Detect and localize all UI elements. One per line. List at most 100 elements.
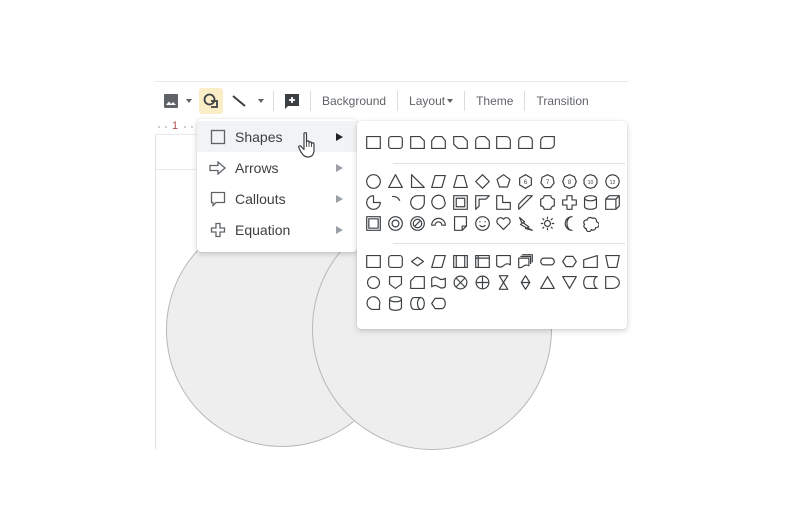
internal-storage-icon [474,254,490,269]
heart-icon [496,217,512,231]
transition-button[interactable]: Transition [531,88,593,114]
shape-option-connector[interactable] [363,272,385,293]
shape-option-snip-round-single[interactable] [471,132,493,153]
shape-option-diamond[interactable] [471,171,493,192]
shape-option-multi-document[interactable] [515,251,537,272]
shape-option-sequential-access-storage[interactable] [363,293,385,314]
menu-item-shapes[interactable]: Shapes [197,121,357,152]
shape-option-summing-junction[interactable] [450,272,472,293]
summing-junction-icon [453,275,468,290]
shape-option-card[interactable] [406,272,428,293]
shape-option-snip-same-side[interactable] [428,132,450,153]
shape-option-dodecagon-12[interactable]: 12 [602,171,624,192]
shape-option-snip-single-corner[interactable] [406,132,428,153]
shape-option-l-shape[interactable] [493,192,515,213]
shape-option-smiley[interactable] [471,213,493,234]
shape-option-document[interactable] [493,251,515,272]
shape-option-round-single-corner[interactable] [493,132,515,153]
decision-icon [410,256,424,267]
shape-option-triangle[interactable] [385,171,407,192]
shape-option-extract[interactable] [537,272,559,293]
shape-option-plaque[interactable] [537,192,559,213]
collate-icon [499,275,509,290]
shape-option-round-same-side[interactable] [515,132,537,153]
shape-option-decagon-10[interactable]: 10 [580,171,602,192]
shape-option-data[interactable] [428,251,450,272]
shape-option-donut[interactable] [385,213,407,234]
shape-option-folded-corner[interactable] [450,213,472,234]
shape-option-pentagon[interactable] [493,171,515,192]
shape-option-heart[interactable] [493,213,515,234]
shape-option-oval[interactable] [363,171,385,192]
block-arc-icon [431,217,447,226]
shape-option-process[interactable] [363,251,385,272]
shape-option-stored-data[interactable] [580,272,602,293]
shape-option-decision[interactable] [406,251,428,272]
shape-option-block-arc[interactable] [428,213,450,234]
shape-option-merge[interactable] [558,272,580,293]
line-dropdown-button[interactable] [255,88,267,114]
shape-option-trapezoid[interactable] [450,171,472,192]
shape-option-hexagon-6[interactable]: 6 [515,171,537,192]
callout-icon [209,190,227,208]
shape-option-pie[interactable] [363,192,385,213]
terminator-icon [539,257,555,266]
shape-option-off-page-connector[interactable] [385,272,407,293]
shape-option-snip-diagonal[interactable] [450,132,472,153]
shape-option-lightning[interactable] [515,213,537,234]
shape-option-manual-operation[interactable] [602,251,624,272]
menu-item-arrows[interactable]: Arrows [197,152,357,183]
shape-option-round-diagonal[interactable] [537,132,559,153]
shape-option-right-triangle[interactable] [406,171,428,192]
shape-option-arc[interactable] [385,192,407,213]
rectangle-icon [366,135,382,150]
background-button[interactable]: Background [317,88,391,114]
shape-option-teardrop[interactable] [406,192,428,213]
submenu-divider [393,243,625,244]
shape-option-terminator[interactable] [537,251,559,272]
shape-option-half-frame[interactable] [471,192,493,213]
shape-option-cube[interactable] [602,192,624,213]
layout-button[interactable]: Layout [404,88,458,114]
shape-option-parallelogram[interactable] [428,171,450,192]
connector-icon [367,275,381,290]
shape-option-rounded-rectangle[interactable] [385,132,407,153]
shape-option-chord[interactable] [428,192,450,213]
shape-option-bevel[interactable] [363,213,385,234]
shape-option-no-symbol[interactable] [406,213,428,234]
menu-item-equation[interactable]: Equation [197,214,357,245]
shape-option-collate[interactable] [493,272,515,293]
shape-option-moon[interactable] [558,213,580,234]
shape-option-preparation[interactable] [558,251,580,272]
shape-option-octagon-8[interactable]: 8 [558,171,580,192]
shape-option-can[interactable] [580,192,602,213]
shape-option-sort[interactable] [515,272,537,293]
shape-button[interactable] [199,88,223,114]
shape-option-cloud[interactable] [580,213,602,234]
shape-group-flowchart [363,251,625,314]
folded-corner-icon [454,216,468,231]
menu-item-callouts[interactable]: Callouts [197,183,357,214]
line-button[interactable] [227,88,251,114]
shape-option-frame[interactable] [450,192,472,213]
shape-option-alternate-process[interactable] [385,251,407,272]
shape-option-or[interactable] [471,272,493,293]
image-dropdown-button[interactable] [183,88,195,114]
shape-option-rectangle[interactable] [363,132,385,153]
shape-option-heptagon-7[interactable]: 7 [537,171,559,192]
shape-option-punched-tape[interactable] [428,272,450,293]
shape-option-manual-input[interactable] [580,251,602,272]
shape-option-predefined-process[interactable] [450,251,472,272]
shape-option-display[interactable] [428,293,450,314]
shape-option-internal-storage[interactable] [471,251,493,272]
shape-option-cross[interactable] [558,192,580,213]
shape-option-diagonal-stripe[interactable] [515,192,537,213]
new-comment-button[interactable] [280,88,304,114]
multi-document-icon [518,254,534,269]
shape-option-magnetic-disk[interactable] [385,293,407,314]
image-button[interactable] [159,88,183,114]
shape-option-direct-access-storage[interactable] [406,293,428,314]
shape-option-delay[interactable] [602,272,624,293]
theme-button[interactable]: Theme [471,88,518,114]
shape-option-sun[interactable] [537,213,559,234]
